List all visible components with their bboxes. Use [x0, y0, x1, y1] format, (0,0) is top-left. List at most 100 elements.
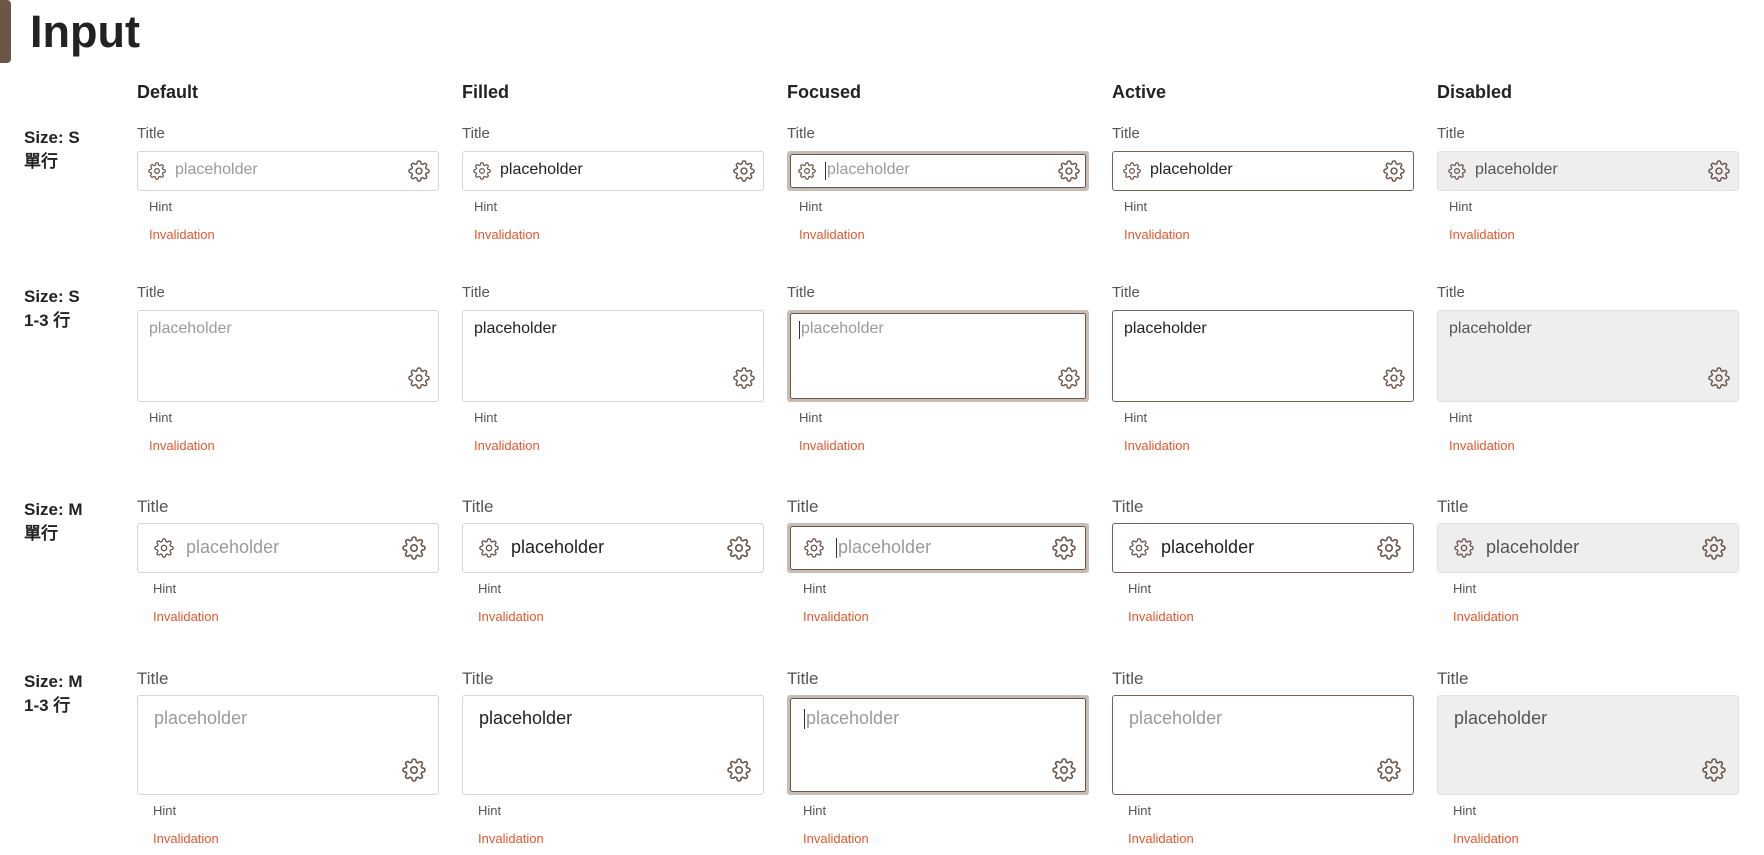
gear-icon[interactable]	[1383, 160, 1405, 182]
gear-icon[interactable]	[408, 367, 430, 389]
field-title: Title	[1437, 497, 1469, 516]
gear-icon[interactable]	[733, 160, 755, 182]
input-value: placeholder	[175, 161, 258, 179]
gear-icon[interactable]	[1377, 758, 1401, 782]
text-input[interactable]: placeholder	[787, 695, 1089, 795]
column-header-focused: Focused	[787, 82, 862, 102]
field-title: Title	[1437, 284, 1465, 301]
field-title: Title	[462, 125, 490, 142]
column-header-default: Default	[137, 82, 199, 102]
field-title: Title	[137, 497, 169, 516]
gear-icon	[154, 538, 174, 558]
text-input[interactable]: placeholder	[462, 310, 764, 402]
text-input[interactable]: placeholder	[137, 151, 439, 191]
invalidation-text: Invalidation	[149, 438, 215, 453]
input-field-default: Title placeholder Hint Invalidation	[137, 284, 439, 462]
invalidation-text: Invalidation	[153, 609, 219, 624]
gear-icon[interactable]	[1052, 536, 1076, 560]
column-header-filled: Filled	[462, 82, 510, 102]
text-input[interactable]: placeholder	[1112, 695, 1414, 795]
invalidation-text: Invalidation	[1453, 831, 1519, 846]
hint-text: Hint	[799, 199, 823, 214]
hint-text: Hint	[474, 199, 498, 214]
gear-icon[interactable]	[1377, 536, 1401, 560]
invalidation-text: Invalidation	[803, 831, 869, 846]
input-field-default: Title placeholder Hint Invalidation	[137, 125, 439, 251]
hint-text: Hint	[149, 199, 173, 214]
text-input: placeholder	[1437, 310, 1739, 402]
text-input[interactable]: placeholder	[137, 523, 439, 573]
text-input[interactable]: placeholder	[1112, 523, 1414, 573]
text-input: placeholder	[1437, 151, 1739, 191]
gear-icon	[1702, 536, 1726, 560]
text-input[interactable]: placeholder	[787, 523, 1089, 573]
text-input: placeholder	[1437, 695, 1739, 795]
hint-text: Hint	[1449, 410, 1473, 425]
invalidation-text: Invalidation	[803, 609, 869, 624]
hint-text: Hint	[153, 803, 177, 818]
field-title: Title	[787, 284, 815, 301]
input-field-focused: Title placeholder Hint Invalidation	[787, 284, 1089, 462]
text-input[interactable]: placeholder	[1112, 310, 1414, 402]
hint-text: Hint	[1453, 581, 1477, 596]
invalidation-text: Invalidation	[1453, 609, 1519, 624]
gear-icon	[479, 538, 499, 558]
gear-icon	[1702, 758, 1726, 782]
gear-icon[interactable]	[733, 367, 755, 389]
text-input[interactable]: placeholder	[462, 151, 764, 191]
text-caret	[799, 321, 800, 339]
input-field-disabled: Title placeholder Hint Invalidation	[1437, 284, 1739, 462]
field-title: Title	[1437, 125, 1465, 142]
gear-icon[interactable]	[727, 758, 751, 782]
input-value: placeholder	[801, 320, 884, 337]
gear-icon[interactable]	[402, 536, 426, 560]
text-input[interactable]: placeholder	[787, 310, 1089, 402]
text-input[interactable]: placeholder	[787, 151, 1089, 191]
column-header-active: Active	[1112, 82, 1167, 102]
row-label: Size: S 單行	[24, 128, 80, 171]
text-input[interactable]: placeholder	[1112, 151, 1414, 191]
text-input[interactable]: placeholder	[137, 310, 439, 402]
hint-text: Hint	[803, 581, 827, 596]
row-label: Size: M 1-3 行	[24, 672, 83, 715]
gear-icon[interactable]	[1058, 367, 1080, 389]
invalidation-text: Invalidation	[1124, 227, 1190, 242]
text-input: placeholder	[1437, 523, 1739, 573]
gear-icon	[473, 162, 491, 180]
gear-icon[interactable]	[402, 758, 426, 782]
invalidation-text: Invalidation	[1449, 227, 1515, 242]
input-value: placeholder	[1161, 537, 1255, 558]
text-input[interactable]: placeholder	[137, 695, 439, 795]
input-value: placeholder	[1475, 161, 1558, 179]
input-field-active: Title placeholder Hint Invalidation	[1112, 497, 1414, 633]
hint-text: Hint	[1124, 410, 1148, 425]
gear-icon[interactable]	[727, 536, 751, 560]
field-title: Title	[137, 284, 165, 301]
input-value: placeholder	[500, 161, 583, 179]
hint-text: Hint	[1453, 803, 1477, 818]
page-header: Input	[0, 0, 1764, 64]
hint-text: Hint	[153, 581, 177, 596]
invalidation-text: Invalidation	[478, 609, 544, 624]
text-input[interactable]: placeholder	[462, 523, 764, 573]
gear-icon[interactable]	[1052, 758, 1076, 782]
input-field-active: Title placeholder Hint Invalidation	[1112, 125, 1414, 251]
hint-text: Hint	[474, 410, 498, 425]
input-value: placeholder	[827, 161, 910, 179]
text-input[interactable]: placeholder	[462, 695, 764, 795]
field-title: Title	[137, 125, 165, 142]
input-field-focused: Title placeholder Hint Invalidation	[787, 669, 1089, 855]
invalidation-text: Invalidation	[153, 831, 219, 846]
gear-icon[interactable]	[1383, 367, 1405, 389]
invalidation-text: Invalidation	[478, 831, 544, 846]
input-field-filled: Title placeholder Hint Invalidation	[462, 497, 764, 633]
input-value: placeholder	[1150, 161, 1233, 179]
hint-text: Hint	[1124, 199, 1148, 214]
field-title: Title	[137, 669, 169, 688]
hint-text: Hint	[478, 803, 502, 818]
input-value: placeholder	[474, 320, 557, 337]
field-title: Title	[462, 284, 490, 301]
gear-icon[interactable]	[1058, 160, 1080, 182]
gear-icon[interactable]	[408, 160, 430, 182]
field-title: Title	[1112, 284, 1140, 301]
